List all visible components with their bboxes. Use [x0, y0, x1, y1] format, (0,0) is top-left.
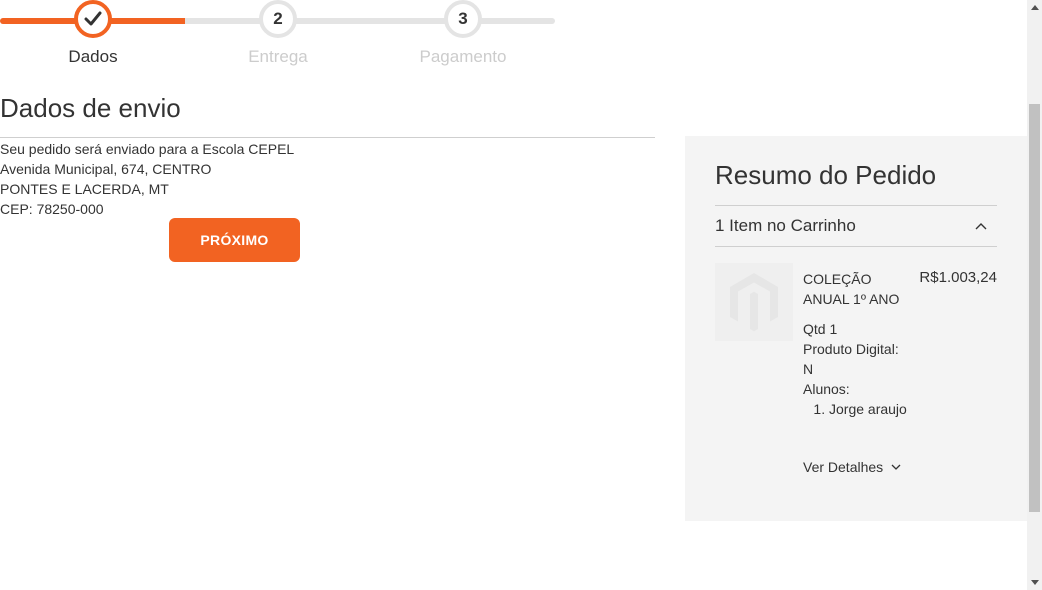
step-label-pagamento: Pagamento — [419, 47, 507, 66]
students-list: Jorge araujo — [803, 399, 908, 419]
next-button[interactable]: PRÓXIMO — [169, 218, 300, 262]
scroll-up-button[interactable] — [1027, 0, 1042, 15]
checkout-progress-bar: Dados 2 Entrega 3 Pagamento — [0, 0, 560, 75]
step-label-dados: Dados — [68, 47, 118, 66]
cart-items-toggle[interactable]: 1 Item no Carrinho — [715, 206, 997, 246]
students-label: Alunos: — [803, 381, 850, 397]
shipping-title: Dados de envio — [0, 93, 181, 123]
step-entrega[interactable]: 2 Entrega — [208, 0, 348, 67]
chevron-up-icon — [975, 223, 987, 230]
divider — [0, 137, 655, 138]
chevron-down-icon — [891, 464, 901, 470]
step-pagamento[interactable]: 3 Pagamento — [393, 0, 533, 67]
view-details-label: Ver Detalhes — [803, 459, 884, 475]
order-summary: Resumo do Pedido 1 Item no Carrinho COLE… — [685, 136, 1027, 521]
product-qty: Qtd 1 — [803, 321, 838, 337]
product-digital: Produto Digital: N — [803, 341, 899, 377]
product-price: R$1.003,24 — [919, 269, 997, 286]
summary-divider — [715, 246, 997, 247]
scroll-up-arrow-icon — [1030, 5, 1039, 10]
page-scrollbar[interactable] — [1027, 0, 1042, 590]
step-circle-dados — [74, 0, 112, 38]
address-line: PONTES E LACERDA, MT — [0, 181, 169, 197]
product-thumbnail — [715, 263, 793, 341]
cart-count-label: 1 Item no Carrinho — [715, 216, 856, 235]
step-dados[interactable]: Dados — [23, 0, 163, 67]
address-line: Seu pedido será enviado para a Escola CE… — [0, 141, 295, 157]
step-label-entrega: Entrega — [248, 47, 308, 66]
student-name: Jorge araujo — [829, 399, 908, 419]
product-options: Qtd 1 Produto Digital: N Alunos: Jorge a… — [803, 319, 908, 419]
scrollbar-thumb[interactable] — [1029, 104, 1040, 512]
shipping-address: Seu pedido será enviado para a Escola CE… — [0, 139, 294, 219]
step-circle-pagamento: 3 — [444, 0, 482, 38]
scroll-down-arrow-icon — [1030, 580, 1039, 585]
magento-logo-icon — [730, 273, 778, 332]
step-circle-entrega: 2 — [259, 0, 297, 38]
view-details-toggle[interactable]: Ver Detalhes — [803, 459, 901, 475]
address-line: CEP: 78250-000 — [0, 201, 104, 217]
product-name: COLEÇÃO ANUAL 1º ANO — [803, 271, 900, 307]
address-line: Avenida Municipal, 674, CENTRO — [0, 161, 212, 177]
summary-title: Resumo do Pedido — [715, 160, 937, 190]
scroll-down-button[interactable] — [1027, 575, 1042, 590]
checkmark-icon — [84, 11, 102, 26]
